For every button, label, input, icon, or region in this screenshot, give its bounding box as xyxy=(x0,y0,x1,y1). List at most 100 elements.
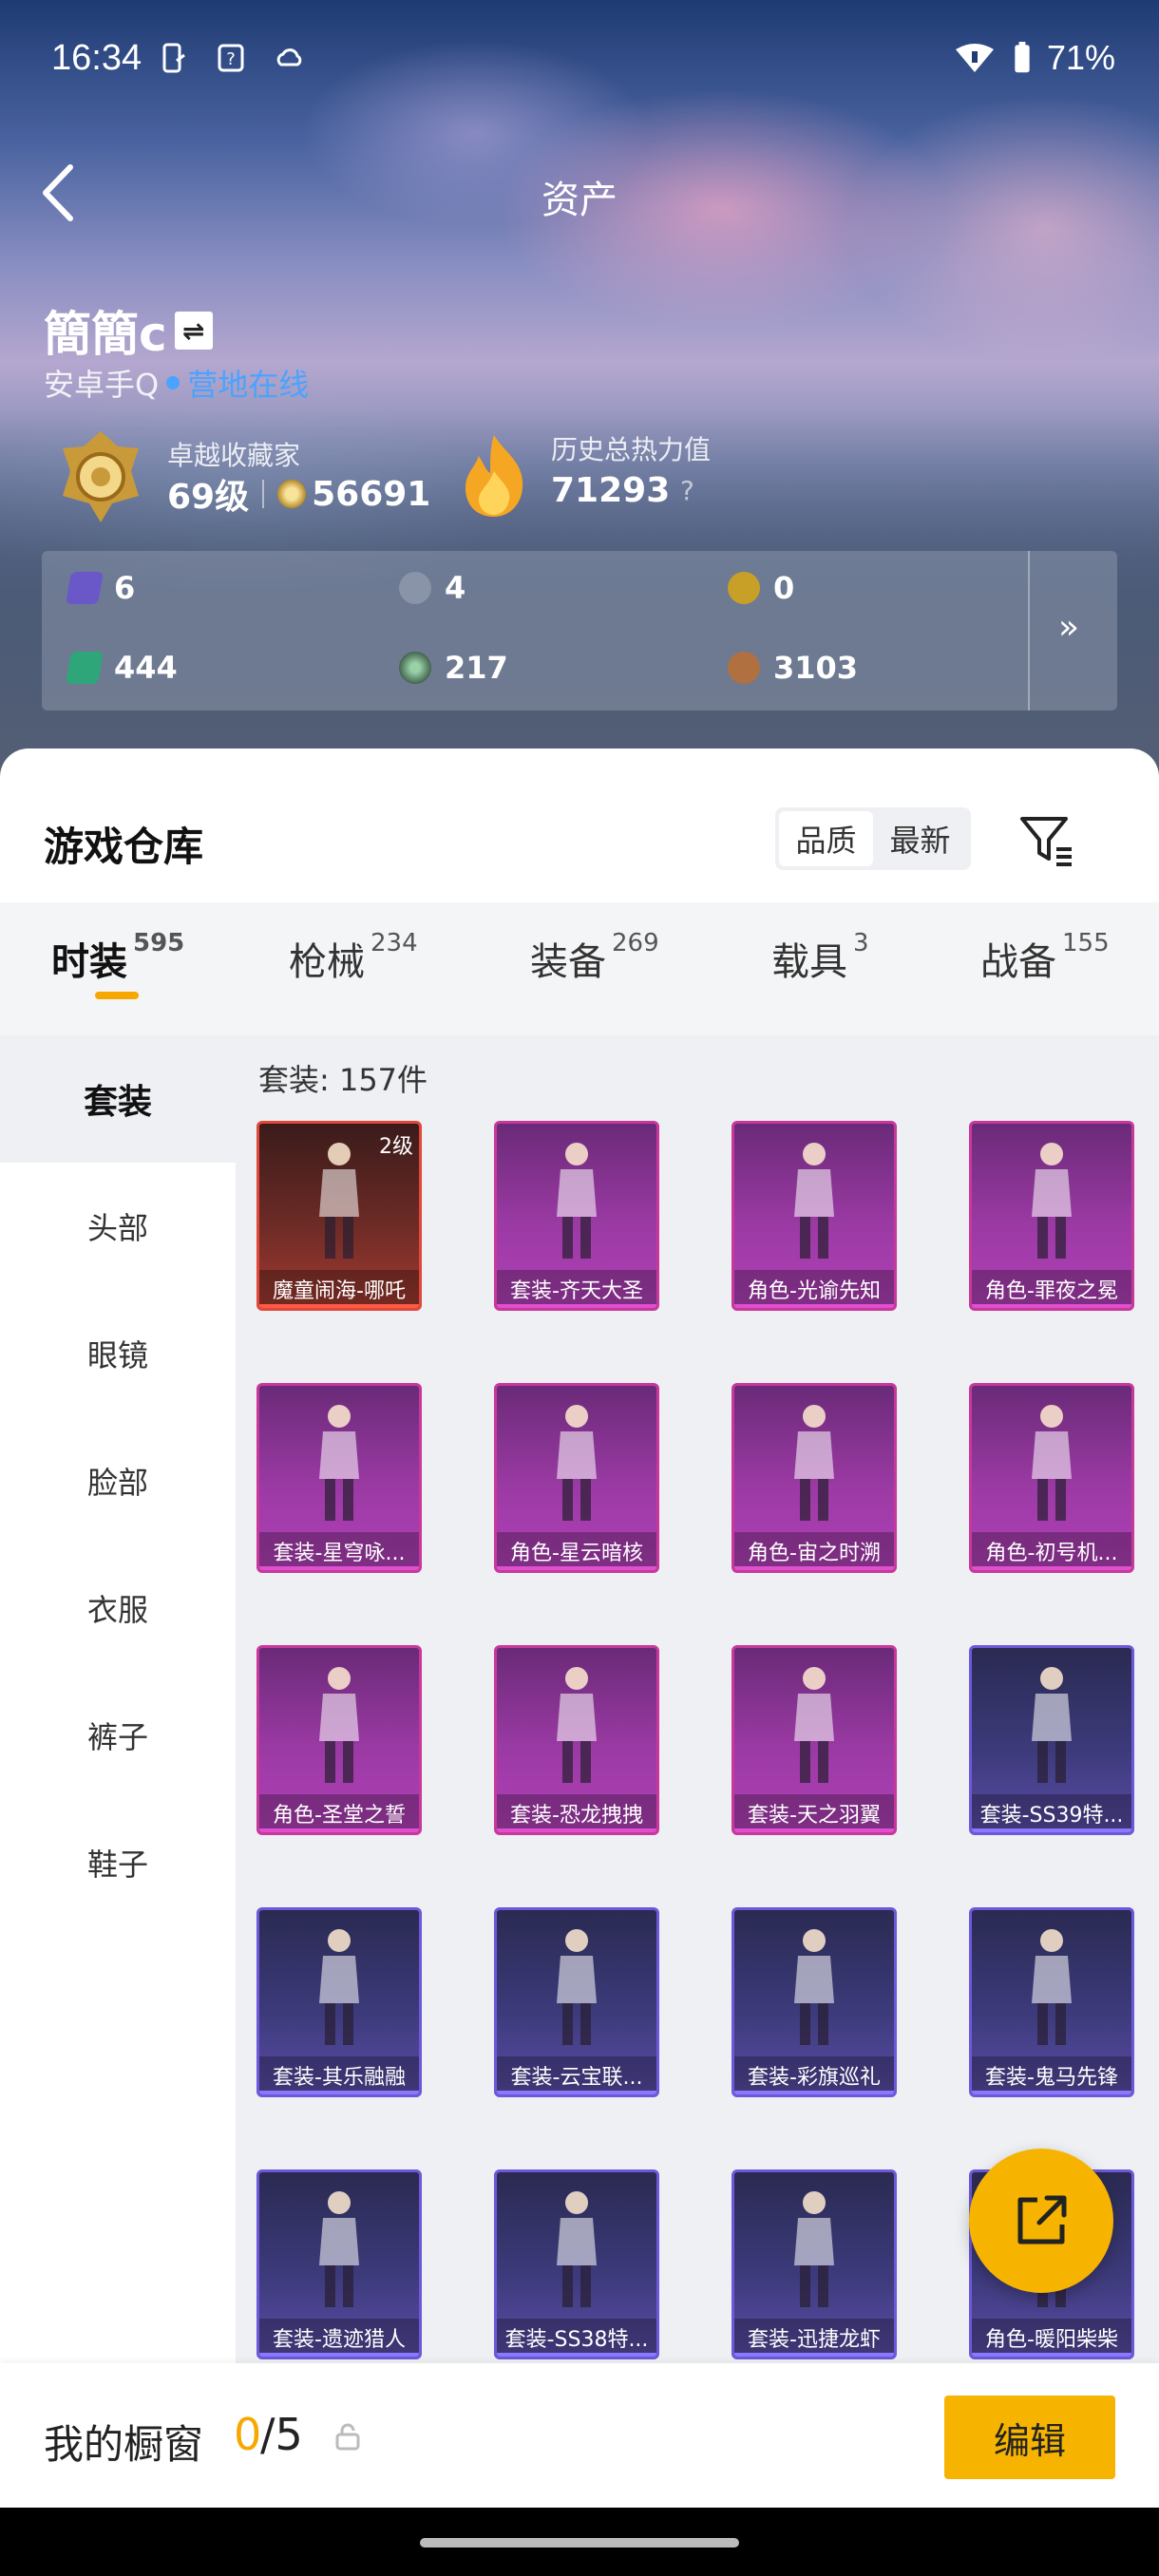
green-card-icon xyxy=(66,652,104,684)
sidebar-item-clothes[interactable]: 衣服 xyxy=(0,1544,236,1672)
edit-button[interactable]: 编辑 xyxy=(944,2396,1115,2479)
item-label: 角色-暖阳柴柴 xyxy=(972,2319,1131,2357)
item-count-label: 套装: 157件 xyxy=(258,1062,428,1098)
gold-coin-icon xyxy=(728,572,760,604)
character-figure-icon xyxy=(557,1667,597,1783)
share-button[interactable] xyxy=(969,2149,1113,2293)
item-label: 角色-宙之时溯 xyxy=(734,1532,894,1570)
item-card[interactable]: 角色-星云暗核 xyxy=(494,1383,659,1573)
online-status: 营地在线 xyxy=(187,367,310,403)
item-label: 角色-圣堂之誓 xyxy=(259,1794,419,1832)
item-card[interactable]: 角色-宙之时溯 xyxy=(732,1383,897,1573)
collector-rank-badge-icon xyxy=(63,431,139,522)
item-card[interactable]: 角色-初号机... xyxy=(969,1383,1134,1573)
sort-toggle: 品质 最新 xyxy=(775,807,971,870)
collector-level: 69级 xyxy=(167,478,250,517)
sort-quality-button[interactable]: 品质 xyxy=(779,811,873,866)
item-label: 套装-天之羽翼 xyxy=(734,1794,894,1832)
cloud-icon xyxy=(276,48,302,66)
sidebar-item-pants[interactable]: 裤子 xyxy=(0,1672,236,1799)
character-figure-icon xyxy=(794,1405,834,1521)
home-indicator[interactable] xyxy=(420,2538,739,2548)
rarity-bar xyxy=(972,2091,1131,2094)
wifi-signal-icon xyxy=(956,44,994,72)
rarity-bar xyxy=(972,1566,1131,1570)
sort-latest-button[interactable]: 最新 xyxy=(873,811,967,866)
resources-more-icon[interactable]: » xyxy=(1058,608,1079,647)
filter-icon[interactable] xyxy=(1018,811,1075,868)
rarity-bar xyxy=(259,2353,419,2357)
character-figure-icon xyxy=(557,1929,597,2045)
purple-card-icon xyxy=(66,572,104,604)
heat-help-icon[interactable]: ? xyxy=(680,475,694,506)
rarity-bar xyxy=(497,1304,656,1308)
username-row: 簡簡c ⇌ xyxy=(44,296,213,365)
item-card[interactable]: 套装-彩旗巡礼 xyxy=(732,1907,897,2097)
character-figure-icon xyxy=(319,2191,359,2307)
rarity-bar xyxy=(972,1304,1131,1308)
character-figure-icon xyxy=(794,2191,834,2307)
item-card[interactable]: 2级 魔童闹海-哪吒 xyxy=(256,1121,422,1311)
bronze-coin-icon xyxy=(728,652,760,684)
rarity-bar xyxy=(259,1566,419,1570)
item-card[interactable]: 套装-SS39特... xyxy=(969,1645,1134,1835)
item-card[interactable]: 角色-圣堂之誓 xyxy=(256,1645,422,1835)
character-figure-icon xyxy=(1032,1929,1072,2045)
online-dot-icon xyxy=(166,376,180,389)
item-card[interactable]: 套装-鬼马先锋 xyxy=(969,1907,1134,2097)
tab-equipment[interactable]: 装备 269 xyxy=(530,929,659,986)
item-card[interactable]: 套装-恐龙拽拽 xyxy=(494,1645,659,1835)
resources-panel[interactable]: 6 4 0 444 217 3103 » xyxy=(42,551,1117,710)
item-card[interactable]: 套装-星穹咏... xyxy=(256,1383,422,1573)
item-card[interactable]: 角色-光谕先知 xyxy=(732,1121,897,1311)
item-card[interactable]: 角色-罪夜之冕 xyxy=(969,1121,1134,1311)
sidebar-item-glasses[interactable]: 眼镜 xyxy=(0,1290,236,1417)
showcase-current: 0 xyxy=(234,2409,262,2460)
rarity-bar xyxy=(259,1304,419,1308)
item-label: 套装-SS38特... xyxy=(497,2319,656,2357)
tab-vehicles[interactable]: 载具 3 xyxy=(771,929,869,986)
sidebar-item-shoes[interactable]: 鞋子 xyxy=(0,1799,236,1926)
item-card[interactable]: 套装-遗迹猎人 xyxy=(256,2169,422,2359)
resource-item: 0 xyxy=(728,570,794,606)
item-card[interactable]: 套装-齐天大圣 xyxy=(494,1121,659,1311)
character-figure-icon xyxy=(557,1143,597,1259)
item-label: 套装-星穹咏... xyxy=(259,1532,419,1570)
rarity-bar xyxy=(497,2091,656,2094)
item-label: 套装-其乐融融 xyxy=(259,2056,419,2094)
item-card[interactable]: 套装-SS38特... xyxy=(494,2169,659,2359)
resource-item: 217 xyxy=(399,650,508,686)
item-card[interactable]: 套装-天之羽翼 xyxy=(732,1645,897,1835)
sidebar-item-outfit[interactable]: 套装 xyxy=(0,1035,236,1163)
sidebar-item-head[interactable]: 头部 xyxy=(0,1163,236,1290)
battery-percent: 71% xyxy=(1046,38,1115,77)
divider xyxy=(262,480,265,508)
category-tabs: 时装 595 枪械 234 装备 269 载具 3 战备 155 xyxy=(0,902,1159,1035)
resource-item: 3103 xyxy=(728,650,858,686)
page-title: 资产 xyxy=(542,179,618,222)
rarity-bar xyxy=(734,2353,894,2357)
showcase-total: /5 xyxy=(260,2409,303,2460)
share-external-icon xyxy=(1017,2195,1067,2245)
tab-fashion[interactable]: 时装 595 xyxy=(51,929,184,999)
tab-battle-prep[interactable]: 战备 155 xyxy=(980,929,1110,986)
platform-label: 安卓手Q xyxy=(44,367,160,403)
item-card[interactable]: 套装-其乐融融 xyxy=(256,1907,422,2097)
help-card-icon: ? xyxy=(218,44,244,72)
item-label: 套装-云宝联... xyxy=(497,2056,656,2094)
rarity-bar xyxy=(972,2353,1131,2357)
character-figure-icon xyxy=(319,1667,359,1783)
item-card[interactable]: 套装-云宝联... xyxy=(494,1907,659,2097)
character-figure-icon xyxy=(1032,1667,1072,1783)
tab-guns[interactable]: 枪械 234 xyxy=(289,929,418,986)
sidebar-item-face[interactable]: 脸部 xyxy=(0,1417,236,1544)
battery-icon xyxy=(1015,42,1030,73)
character-figure-icon xyxy=(557,2191,597,2307)
item-label: 套装-彩旗巡礼 xyxy=(734,2056,894,2094)
item-card[interactable]: 套装-迅捷龙虾 xyxy=(732,2169,897,2359)
switch-account-icon[interactable]: ⇌ xyxy=(174,312,213,350)
item-label: 套装-遗迹猎人 xyxy=(259,2319,419,2357)
rarity-bar xyxy=(497,1828,656,1832)
resource-item: 4 xyxy=(399,570,466,606)
resource-item: 6 xyxy=(66,570,135,606)
